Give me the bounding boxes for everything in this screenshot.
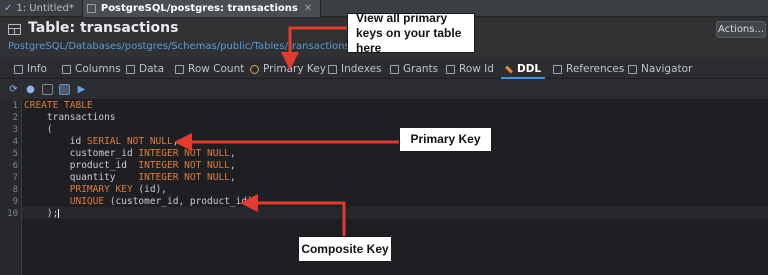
close-tab-icon[interactable]: ✕ xyxy=(304,3,312,14)
sql-text: customer_id xyxy=(24,148,139,159)
current-line-highlight xyxy=(22,207,768,219)
text-caret xyxy=(58,209,59,218)
code-line: quantity INTEGER NOT NULL, xyxy=(24,172,236,184)
editor-tab-label: 1: Untitled* xyxy=(16,3,74,14)
columns-icon xyxy=(62,64,71,74)
ddl-icon xyxy=(505,65,513,73)
code-line: CREATE TABLE xyxy=(24,100,93,112)
sql-text: id xyxy=(24,136,87,147)
copy-icon[interactable] xyxy=(59,83,70,95)
sql-text: transactions xyxy=(24,112,116,123)
code-line: ); xyxy=(24,208,58,220)
sql-text: product_id xyxy=(24,160,139,171)
sql-text: , xyxy=(172,136,179,147)
table-icon xyxy=(86,4,96,13)
tab-primary-key[interactable]: Primary Key xyxy=(250,59,326,79)
line-number: 2 xyxy=(12,113,18,123)
key-icon xyxy=(250,64,259,74)
sql-text: (id), xyxy=(132,184,168,195)
row-id-icon xyxy=(446,64,455,74)
new-document-icon[interactable] xyxy=(42,83,53,95)
breadcrumb[interactable]: PostgreSQL/Databases/postgres/Schemas/pu… xyxy=(8,41,350,52)
table-icon xyxy=(8,24,21,35)
tab-label: Navigator xyxy=(641,63,693,75)
sql-text: (customer_id, product_id) xyxy=(104,196,253,207)
code-line: UNIQUE (customer_id, product_id) xyxy=(24,196,253,208)
tab-data[interactable]: Data xyxy=(126,59,164,79)
code-line: customer_id INTEGER NOT NULL, xyxy=(24,148,236,160)
tab-label: DDL xyxy=(517,63,542,75)
composite-key-callout: Composite Key xyxy=(298,236,392,262)
tab-label: Columns xyxy=(75,63,121,75)
tab-label: Primary Key xyxy=(263,63,326,75)
tab-grants[interactable]: Grants xyxy=(390,59,438,79)
tab-row-id[interactable]: Row Id xyxy=(446,59,494,79)
line-number-gutter: 1 2 3 4 5 6 7 8 9 10 xyxy=(0,99,22,275)
refresh-icon[interactable]: ⟳ xyxy=(8,84,19,95)
sql-text: , xyxy=(229,172,236,183)
code-line: product_id INTEGER NOT NULL, xyxy=(24,160,236,172)
info-icon xyxy=(14,64,23,74)
sql-keyword: PRIMARY KEY xyxy=(69,184,133,195)
code-line: PRIMARY KEY (id), xyxy=(24,184,167,196)
references-icon xyxy=(553,64,562,74)
sql-text: quantity xyxy=(24,172,139,183)
tab-label: References xyxy=(566,63,625,75)
sql-keyword: SERIAL NOT NULL xyxy=(86,136,173,147)
line-number: 10 xyxy=(7,209,18,219)
line-number: 4 xyxy=(12,137,18,147)
sql-text: ); xyxy=(24,208,59,219)
tab-ddl[interactable]: DDL xyxy=(500,59,546,79)
data-icon xyxy=(126,64,135,74)
sql-text: ( xyxy=(24,124,53,135)
tab-label: Data xyxy=(139,63,165,75)
code-line: ( xyxy=(24,124,53,136)
sql-keyword: INTEGER NOT NULL xyxy=(138,172,230,183)
tab-navigator[interactable]: Navigator xyxy=(628,59,692,79)
tab-label: Grants xyxy=(403,63,439,75)
tab-row-count[interactable]: Row Count xyxy=(175,59,244,79)
sql-keyword: CREATE TABLE xyxy=(24,100,93,111)
navigator-icon xyxy=(628,64,637,74)
line-number: 9 xyxy=(12,197,18,207)
tab-indexes[interactable]: Indexes xyxy=(328,59,382,79)
editor-tab-transactions[interactable]: PostgreSQL/postgres: transactions ✕ xyxy=(82,0,322,17)
tab-label: Info xyxy=(27,63,47,75)
editor-tab-untitled[interactable]: ✓ 1: Untitled* xyxy=(0,0,83,17)
primary-key-callout: Primary Key xyxy=(399,127,492,152)
view-keys-callout: View all primary keys on your table here xyxy=(347,11,475,55)
grants-icon xyxy=(390,64,399,74)
properties-tab-bar: Info Columns Data Row Count Primary Key … xyxy=(0,59,768,79)
page-title: Table: transactions xyxy=(28,20,179,36)
indexes-icon xyxy=(328,64,337,74)
tab-info[interactable]: Info xyxy=(14,59,47,79)
line-number: 6 xyxy=(12,161,18,171)
editor-tab-label: PostgreSQL/postgres: transactions xyxy=(100,3,298,14)
sql-keyword: INTEGER NOT NULL xyxy=(138,148,230,159)
actions-button[interactable]: Actions... xyxy=(716,21,766,38)
code-line: transactions xyxy=(24,112,116,124)
row-count-icon xyxy=(175,64,184,74)
run-icon[interactable]: ▶ xyxy=(76,84,87,95)
line-number: 1 xyxy=(12,101,18,111)
line-number: 7 xyxy=(12,173,18,183)
ddl-toolbar: ⟳ ● ▶ xyxy=(0,80,768,98)
sql-keyword: UNIQUE xyxy=(69,196,105,207)
sql-text: , xyxy=(229,148,236,159)
tab-label: Row Count xyxy=(188,63,245,75)
tab-label: Indexes xyxy=(341,63,382,75)
sql-script-icon: ✓ xyxy=(4,3,13,14)
sql-text: , xyxy=(229,160,236,171)
line-number: 3 xyxy=(12,125,18,135)
tab-columns[interactable]: Columns xyxy=(62,59,121,79)
tab-references[interactable]: References xyxy=(553,59,624,79)
sql-keyword: INTEGER NOT NULL xyxy=(138,160,230,171)
stop-icon[interactable]: ● xyxy=(25,84,36,95)
tab-label: Row Id xyxy=(459,63,494,75)
line-number: 8 xyxy=(12,185,18,195)
line-number: 5 xyxy=(12,149,18,159)
code-line: id SERIAL NOT NULL, xyxy=(24,136,179,148)
